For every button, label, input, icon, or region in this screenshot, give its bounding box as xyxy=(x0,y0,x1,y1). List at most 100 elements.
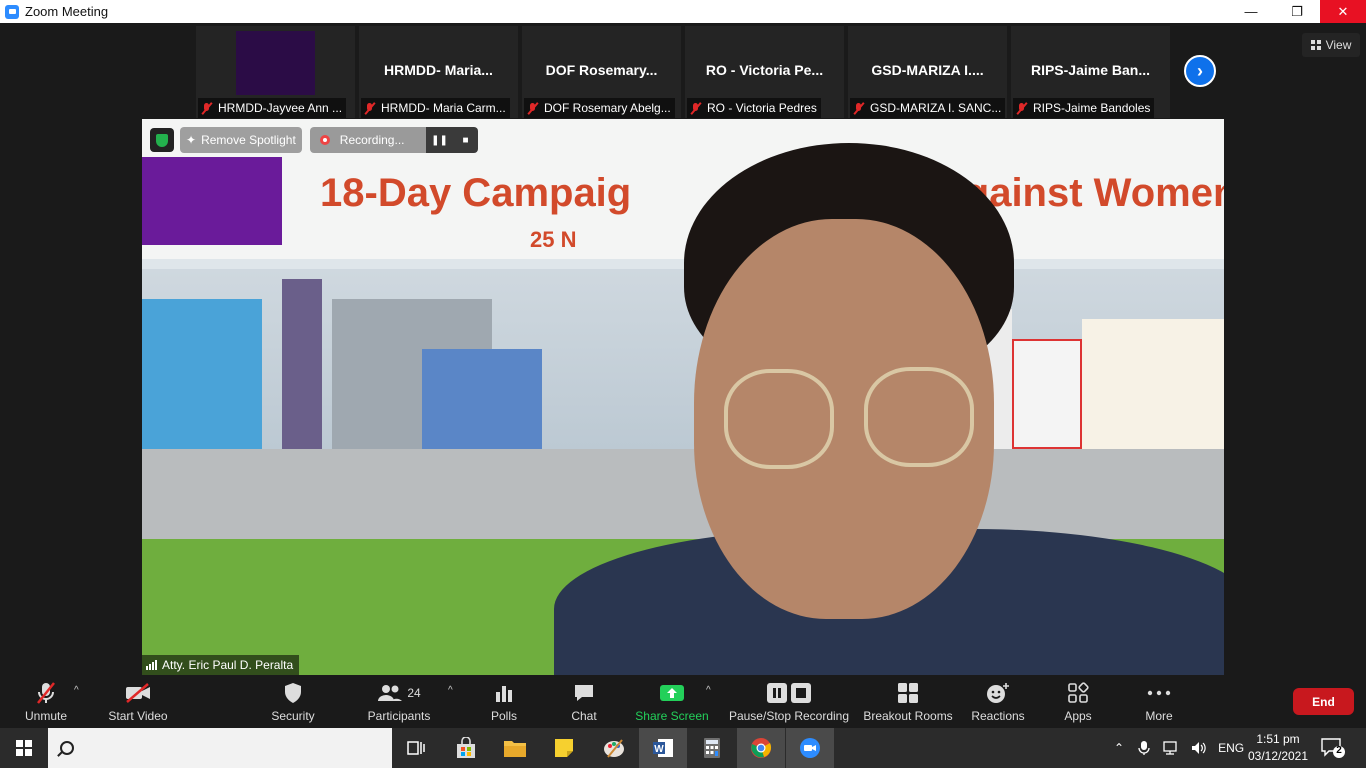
more-button[interactable]: More xyxy=(1140,675,1178,728)
participants-count: 24 xyxy=(407,686,421,700)
speaker-name-text: Atty. Eric Paul D. Peralta xyxy=(162,658,294,672)
reactions-button[interactable]: Reactions xyxy=(970,675,1026,728)
remove-spotlight-button[interactable]: ✦ Remove Spotlight xyxy=(180,127,302,153)
participant-tile[interactable]: RO - Victoria Pe... RO - Victoria Pedres xyxy=(685,26,844,118)
show-hidden-icons-icon[interactable]: ⌃ xyxy=(1114,741,1124,755)
security-shield-icon[interactable] xyxy=(150,128,174,152)
taskbar-clock[interactable]: 1:51 pm 03/12/2021 xyxy=(1246,731,1310,765)
pause-stop-recording-label: Pause/Stop Recording xyxy=(728,709,850,723)
store-bag-icon xyxy=(457,737,475,758)
taskbar-chrome-app[interactable] xyxy=(737,728,785,768)
view-label: View xyxy=(1325,38,1352,52)
participant-tile[interactable]: HRMDD- Maria... HRMDD- Maria Carm... xyxy=(359,26,518,118)
windows-logo-icon xyxy=(16,740,32,756)
participant-tile[interactable]: RIPS-Jaime Ban... RIPS-Jaime Bandoles xyxy=(1011,26,1170,118)
mic-muted-icon xyxy=(35,680,57,706)
participant-label: RO - Victoria Pedres xyxy=(687,98,821,118)
chrome-icon xyxy=(751,738,772,758)
participants-options-caret[interactable]: ^ xyxy=(448,685,453,696)
folder-icon xyxy=(504,741,526,757)
taskbar-store-app[interactable] xyxy=(442,728,490,768)
taskbar-file-explorer[interactable] xyxy=(491,728,539,768)
system-tray: ⌃ ENG xyxy=(1114,728,1244,768)
breakout-rooms-button[interactable]: Breakout Rooms xyxy=(862,675,954,728)
participant-tile[interactable]: GSD-MARIZA I.... GSD-MARIZA I. SANC... xyxy=(848,26,1007,118)
network-icon[interactable] xyxy=(1162,740,1180,756)
apps-button[interactable]: Apps xyxy=(1058,675,1098,728)
participant-label: HRMDD-Jayvee Ann ... xyxy=(198,98,347,118)
taskbar-calculator-app[interactable] xyxy=(688,728,736,768)
microphone-icon[interactable] xyxy=(1138,740,1150,756)
view-button[interactable]: View xyxy=(1302,33,1360,57)
participants-icon: 24 xyxy=(377,680,421,706)
breakout-rooms-label: Breakout Rooms xyxy=(863,709,953,723)
close-button[interactable]: ✕ xyxy=(1320,0,1366,23)
windows-taskbar: W ⌃ ENG 1:51 pm 03/12/2021 2 xyxy=(0,728,1366,768)
apps-label: Apps xyxy=(1064,709,1092,723)
sticky-note-icon xyxy=(555,739,573,757)
spotlight-video: 18-Day Campaig e Against Women 25 N 2021 xyxy=(142,119,1224,675)
zoom-app-icon xyxy=(5,4,19,19)
taskbar-paint-app[interactable] xyxy=(590,728,638,768)
taskbar-search-box[interactable] xyxy=(48,728,392,768)
polls-button[interactable]: Polls xyxy=(486,675,522,728)
grid-icon xyxy=(1310,40,1321,50)
share-screen-button[interactable]: Share Screen xyxy=(634,675,710,728)
video-off-icon xyxy=(124,680,152,706)
participant-label: HRMDD- Maria Carm... xyxy=(361,98,510,118)
shield-icon xyxy=(283,680,303,706)
more-label: More xyxy=(1145,709,1173,723)
participant-display-name: HRMDD- Maria... xyxy=(384,62,493,78)
mic-muted-icon xyxy=(200,102,213,115)
participant-display-name: GSD-MARIZA I.... xyxy=(871,62,984,78)
notification-count: 2 xyxy=(1336,745,1342,756)
input-language[interactable]: ENG xyxy=(1218,741,1244,755)
paint-palette-icon xyxy=(604,739,624,758)
mic-muted-icon xyxy=(363,102,376,115)
minimize-button[interactable]: — xyxy=(1228,0,1274,23)
polls-label: Polls xyxy=(490,709,517,723)
participant-video xyxy=(236,31,315,95)
taskbar-zoom-app[interactable] xyxy=(786,728,834,768)
audio-options-caret[interactable]: ^ xyxy=(74,685,79,696)
participant-tile[interactable]: DOF Rosemary... DOF Rosemary Abelg... xyxy=(522,26,681,118)
apps-icon xyxy=(1067,680,1089,706)
restore-button[interactable]: ❐ xyxy=(1274,0,1320,23)
participant-display-name: RIPS-Jaime Ban... xyxy=(1030,62,1151,78)
pause-recording-button[interactable]: ❚❚ xyxy=(426,127,453,153)
participant-tile[interactable]: HRMDD-Jayvee Ann ... xyxy=(196,26,355,118)
notification-center-button[interactable]: 2 xyxy=(1320,736,1346,760)
commission-logo xyxy=(142,157,282,245)
chat-button[interactable]: Chat xyxy=(566,675,602,728)
mic-muted-icon xyxy=(852,102,865,115)
meeting-toolbar: Unmute ^ Start Video Security 24 Partici… xyxy=(0,675,1366,728)
recording-dot-icon xyxy=(319,135,330,145)
participants-label: Participants xyxy=(367,709,431,723)
security-button[interactable]: Security xyxy=(268,675,318,728)
participants-button[interactable]: 24 Participants xyxy=(366,675,432,728)
end-meeting-button[interactable]: End xyxy=(1293,688,1354,715)
pause-stop-recording-button[interactable]: Pause/Stop Recording xyxy=(728,675,850,728)
share-options-caret[interactable]: ^ xyxy=(706,685,711,696)
stop-recording-button[interactable]: ■ xyxy=(452,127,479,153)
mic-muted-icon xyxy=(526,102,539,115)
security-label: Security xyxy=(271,709,315,723)
task-view-button[interactable] xyxy=(392,728,440,768)
taskbar-sticky-notes[interactable] xyxy=(540,728,588,768)
volume-icon[interactable] xyxy=(1190,740,1208,756)
unmute-button[interactable]: Unmute xyxy=(20,675,72,728)
start-video-button[interactable]: Start Video xyxy=(106,675,170,728)
start-video-label: Start Video xyxy=(108,709,168,723)
bar-chart-icon xyxy=(494,680,514,706)
unmute-label: Unmute xyxy=(24,709,68,723)
mic-muted-icon xyxy=(1015,102,1028,115)
gallery-next-button[interactable]: › xyxy=(1184,55,1216,87)
taskbar-word-app[interactable]: W xyxy=(639,728,687,768)
zoom-icon xyxy=(800,738,820,758)
participant-display-name: DOF Rosemary... xyxy=(545,62,658,78)
window-title: Zoom Meeting xyxy=(25,4,109,19)
participant-display-name: RO - Victoria Pe... xyxy=(705,62,824,78)
speaker-person xyxy=(554,143,1224,675)
gallery-strip: HRMDD-Jayvee Ann ... HRMDD- Maria... HRM… xyxy=(196,26,1170,118)
start-button[interactable] xyxy=(0,728,48,768)
